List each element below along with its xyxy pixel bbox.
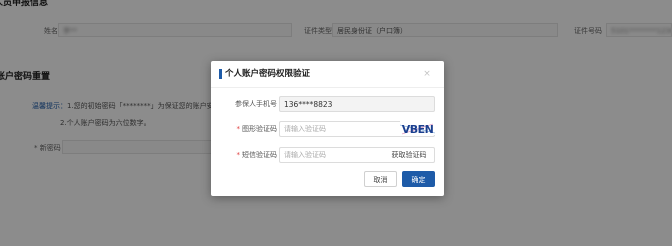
close-icon[interactable]: × [420, 67, 434, 81]
captcha-label-text: 图形验证码 [242, 125, 277, 133]
captcha-label: * 图形验证码 [219, 122, 278, 136]
dialog-header: 个人账户密码权限验证 × [211, 61, 444, 88]
get-sms-code-button[interactable]: 获取验证码 [385, 149, 433, 161]
captcha-image[interactable]: VBEN [400, 121, 435, 135]
confirm-button[interactable]: 确定 [402, 171, 435, 187]
dialog-title: 个人账户密码权限验证 [225, 69, 311, 79]
captcha-text: VBEN [402, 123, 434, 135]
captcha-graphic: VBEN [400, 123, 435, 135]
phone-label: 参保人手机号 [235, 100, 277, 108]
verify-dialog: 个人账户密码权限验证 × 参保人手机号 *图形验证码 VBEN *短信验证码 获… [211, 61, 444, 196]
sms-label-text: 短信验证码 [242, 151, 277, 159]
phone-field[interactable] [279, 96, 435, 112]
required-mark: * [236, 125, 241, 133]
required-mark: * [236, 151, 241, 159]
title-accent-bar [219, 69, 222, 79]
sms-label: * 短信验证码 [219, 148, 278, 162]
cancel-button[interactable]: 取消 [364, 171, 397, 187]
